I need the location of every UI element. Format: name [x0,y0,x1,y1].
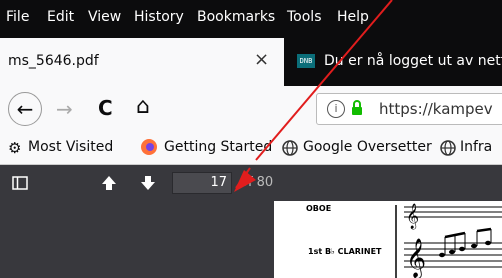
pdf-viewer: OBOE 1st B♭ CLARINET 𝄞 𝄞 [0,201,502,278]
tab-active[interactable]: ms_5646.pdf × [0,38,284,86]
firefox-icon [141,139,157,155]
back-button[interactable]: ← [8,92,42,126]
back-arrow-icon: ← [16,97,34,121]
pdf-toolbar: 17 of 80 [0,165,502,201]
page-number-input[interactable]: 17 [172,172,232,194]
globe-icon [282,140,298,156]
gear-icon: ⚙ [8,139,22,157]
music-staff: 𝄞 𝄞 [395,203,502,278]
pdf-page: OBOE 1st B♭ CLARINET 𝄞 𝄞 [274,201,502,278]
globe-icon [440,140,456,156]
sidebar-toggle-icon[interactable] [12,175,28,191]
url-text: https://kampev [379,100,493,118]
tab-title: ms_5646.pdf [8,53,99,69]
bookmark-getting-started[interactable]: Getting Started [164,139,272,155]
dnb-favicon-icon: DNB [297,54,315,68]
menu-file[interactable]: File [6,9,29,25]
next-page-icon[interactable] [139,174,157,192]
bookmark-infra[interactable]: Infra [460,139,492,155]
svg-text:𝄞: 𝄞 [406,238,426,278]
bookmark-most-visited[interactable]: Most Visited [28,139,113,155]
page-total: of 80 [240,175,274,190]
nav-bar: ← → C ⌂ i https://kampev [0,86,502,132]
home-button[interactable]: ⌂ [136,94,150,119]
info-icon[interactable]: i [327,100,345,118]
tab-second[interactable]: DNB Du er nå logget ut av nettb [292,38,502,86]
staff-label-oboe: OBOE [306,204,332,213]
menu-history[interactable]: History [134,9,184,25]
menu-tools[interactable]: Tools [287,9,322,25]
menu-bar: File Edit View History Bookmarks Tools H… [0,0,502,38]
bookmark-google-oversetter[interactable]: Google Oversetter [303,139,432,155]
tab-bar: ms_5646.pdf × DNB Du er nå logget ut av … [0,38,502,86]
svg-text:𝄞: 𝄞 [406,203,419,229]
reload-button[interactable]: C [98,96,113,120]
menu-edit[interactable]: Edit [47,9,74,25]
menu-bookmarks[interactable]: Bookmarks [197,9,275,25]
menu-view[interactable]: View [88,9,121,25]
tab-title: Du er nå logget ut av nettb [324,53,502,69]
close-icon[interactable]: × [254,49,269,70]
forward-button[interactable]: → [56,97,73,121]
url-bar[interactable]: i https://kampev [316,93,502,125]
bookmarks-toolbar: ⚙ Most Visited Getting Started Google Ov… [0,132,502,165]
previous-page-icon[interactable] [100,174,118,192]
lock-icon [352,100,362,115]
staff-label-clarinet: 1st B♭ CLARINET [308,247,382,256]
menu-help[interactable]: Help [337,9,369,25]
